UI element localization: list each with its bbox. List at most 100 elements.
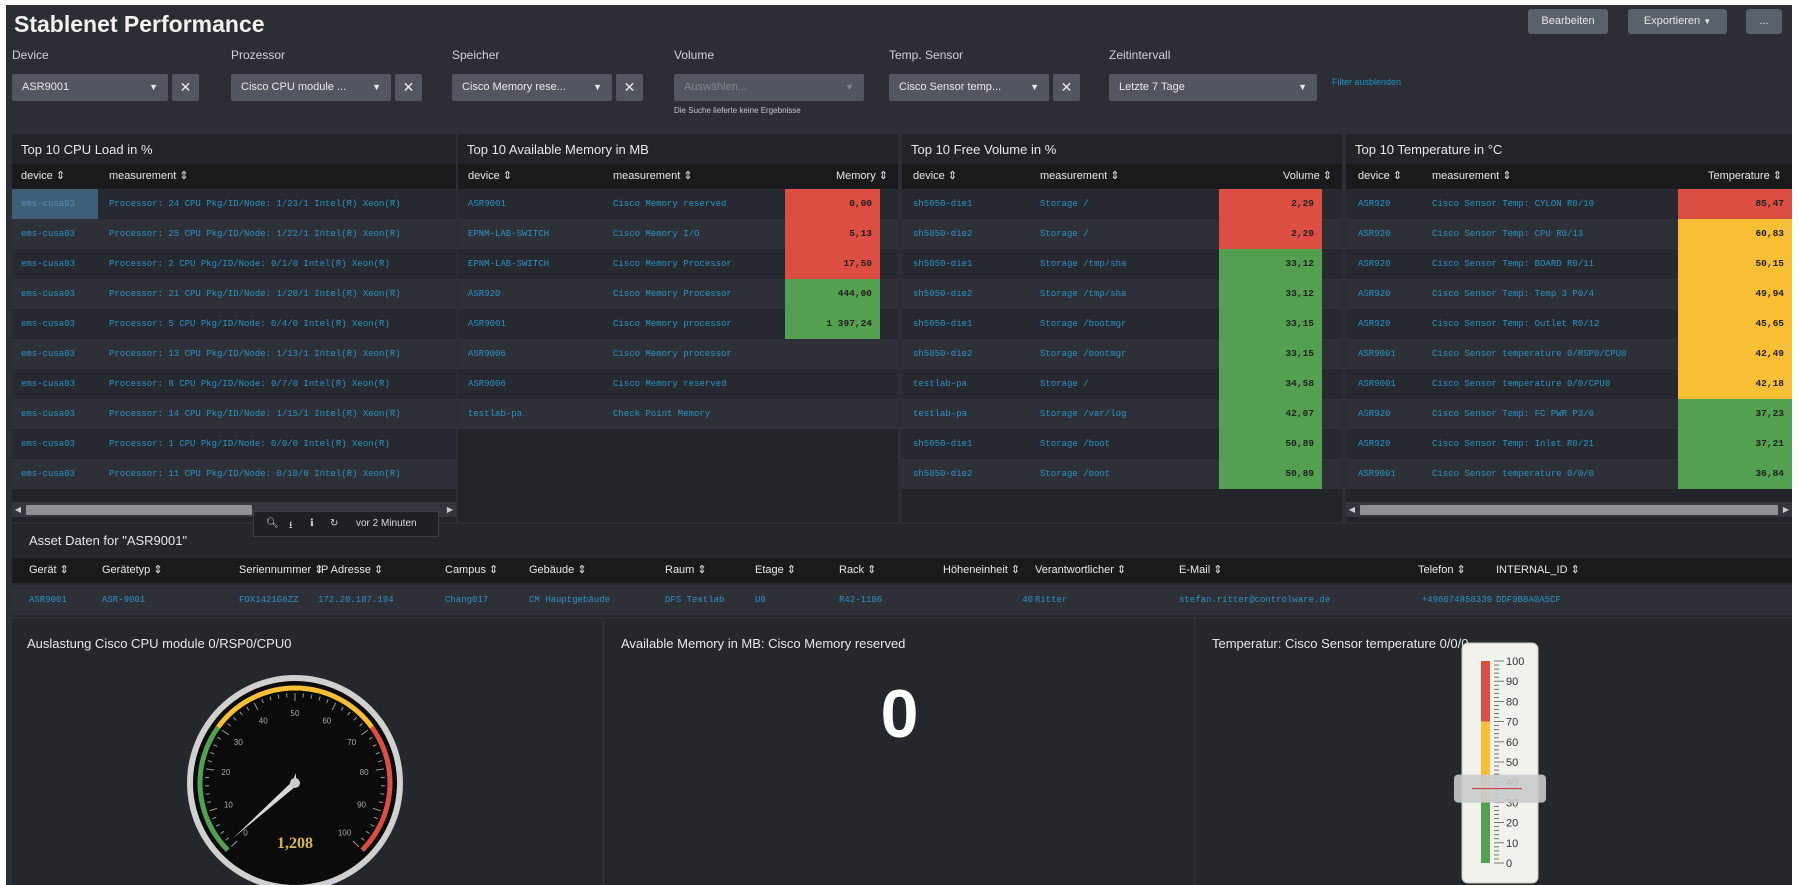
cell-device[interactable]: ASR9001 [468,189,609,219]
column-header-volume[interactable]: Volume ⇕ [1283,164,1332,189]
refresh-icon[interactable]: ↻ [330,518,338,529]
cell-device[interactable]: ems-cusa03 [21,459,101,489]
cell-measurement[interactable]: Cisco Memory Processor [613,279,781,309]
cell-device[interactable]: testlab-pa [468,399,609,429]
cell-device[interactable]: ASR920 [1358,279,1428,309]
cell-device[interactable]: ems-cusa03 [21,279,101,309]
memory-select[interactable]: Cisco Memory rese... ▼ [452,74,612,101]
column-header[interactable]: Gebäude ⇕ [529,558,587,583]
cell-measurement[interactable]: Storage /tmp/sha [1040,279,1215,309]
cell-measurement[interactable]: Cisco Sensor Temp: FC PWR P3/0 [1432,399,1674,429]
cell-device[interactable]: sh5050-die2 [913,339,1036,369]
cell-device[interactable]: ASR9001 [468,309,609,339]
cell-measurement[interactable]: Cisco Memory processor [613,309,781,339]
column-header[interactable]: Gerätetyp ⇕ [102,558,163,583]
cell-measurement[interactable]: Cisco Sensor Temp: Outlet R0/12 [1432,309,1674,339]
cell-device[interactable]: ASR920 [1358,399,1428,429]
cell-device[interactable]: ems-cusa03 [21,399,101,429]
cell-device[interactable]: ASR9006 [468,339,609,369]
cell-measurement[interactable]: Storage / [1040,189,1215,219]
column-header[interactable]: INTERNAL_ID ⇕ [1496,558,1580,583]
cell-measurement[interactable]: Cisco Memory I/O [613,219,781,249]
column-header-device[interactable]: device ⇕ [913,164,957,189]
horizontal-scrollbar[interactable]: ◀ ▶ [1346,502,1792,517]
hide-filters-link[interactable]: Filter ausblenden [1332,77,1401,87]
column-header[interactable]: IP Adresse ⇕ [318,558,383,583]
cell-device[interactable]: ems-cusa03 [21,369,101,399]
cell-measurement[interactable]: Processor: 25 CPU Pkg/ID/Node: 1/22/1 In… [109,219,456,249]
cell-measurement[interactable]: Cisco Sensor Temp: BOARD R0/11 [1432,249,1674,279]
cell-device[interactable]: ems-cusa03 [21,309,101,339]
clear-icon[interactable]: ✕ [1053,74,1080,101]
column-header[interactable]: Etage ⇕ [755,558,796,583]
time-range-select[interactable]: Letzte 7 Tage ▼ [1109,74,1317,101]
cell-measurement[interactable]: Cisco Sensor temperature 0/0/0 [1432,459,1674,489]
cell-device[interactable]: sh5050-die2 [913,219,1036,249]
column-header-measurement[interactable]: measurement ⇕ [1040,164,1120,189]
clear-icon[interactable]: ✕ [616,74,643,101]
cell-device[interactable]: ASR9001 [1358,459,1428,489]
cell-device[interactable]: sh5050-die2 [913,279,1036,309]
cell-device[interactable]: ASR920 [1358,429,1428,459]
cell-device[interactable]: sh5050-die1 [913,249,1036,279]
column-header-memory[interactable]: Memory ⇕ [836,164,888,189]
scroll-right-icon[interactable]: ▶ [1780,502,1792,517]
cell-measurement[interactable]: Storage / [1040,369,1215,399]
column-header-temperature[interactable]: Temperature ⇕ [1708,164,1782,189]
cell-device[interactable]: sh5050-die1 [913,309,1036,339]
cell-device[interactable]: ems-cusa03 [21,339,101,369]
cell-measurement[interactable]: Processor: 2 CPU Pkg/ID/Node: 0/1/0 Inte… [109,249,456,279]
cell-10[interactable]: Ritter [1035,585,1175,615]
scroll-thumb[interactable] [26,505,252,515]
cell-device[interactable]: testlab-pa [913,369,1036,399]
column-header-device[interactable]: device ⇕ [1358,164,1402,189]
column-header[interactable]: Raum ⇕ [665,558,707,583]
cell-device[interactable]: ems-cusa03 [21,429,101,459]
temp-sensor-select[interactable]: Cisco Sensor temp... ▼ [889,74,1049,101]
cell-measurement[interactable]: Cisco Sensor Temp: CYLON R0/10 [1432,189,1674,219]
cell-13[interactable]: DDF9B8A0A5CF [1496,585,1596,615]
cell-measurement[interactable]: Check Point Memory [613,399,781,429]
cell-measurement[interactable]: Cisco Sensor temperature 0/RSP0/CPU0 [1432,339,1674,369]
cell-measurement[interactable]: Cisco Memory reserved [613,369,781,399]
cell-device[interactable]: sh5050-die2 [913,459,1036,489]
cell-measurement[interactable]: Cisco Sensor Temp: CPU R0/13 [1432,219,1674,249]
cell-5[interactable]: CM Hauptgebäude [529,585,659,615]
cell-device[interactable]: ASR920 [468,279,609,309]
cell-measurement[interactable]: Processor: 5 CPU Pkg/ID/Node: 0/4/0 Inte… [109,309,456,339]
edit-button[interactable]: Bearbeiten [1528,9,1608,34]
cell-device[interactable]: ASR9001 [1358,339,1428,369]
export-icon[interactable]: ⭳ [289,518,293,535]
cell-6[interactable]: DFS Testlab [665,585,751,615]
cell-device[interactable]: sh5050-die1 [913,429,1036,459]
cell-device[interactable]: sh5050-die1 [913,189,1036,219]
column-header[interactable]: E-Mail ⇕ [1179,558,1222,583]
cell-device[interactable]: ASR920 [1358,189,1428,219]
cell-3[interactable]: 172.20.187.194 [318,585,440,615]
info-icon[interactable]: ℹ [310,518,314,529]
cell-measurement[interactable]: Storage /bootmgr [1040,309,1215,339]
processor-select[interactable]: Cisco CPU module ... ▼ [231,74,391,101]
cell-device[interactable]: ASR9001 [1358,369,1428,399]
column-header-device[interactable]: device ⇕ [468,164,512,189]
cell-measurement[interactable]: Storage /boot [1040,459,1215,489]
cell-device[interactable]: testlab-pa [913,399,1036,429]
cell-measurement[interactable]: Storage /boot [1040,429,1215,459]
cell-device[interactable]: ems-cusa03 [21,249,101,279]
cell-device[interactable]: ASR9006 [468,369,609,399]
column-header[interactable]: Gerät ⇕ [29,558,69,583]
cell-measurement[interactable]: Storage /tmp/sha [1040,249,1215,279]
column-header[interactable]: Höheneinheit ⇕ [943,558,1020,583]
cell-measurement[interactable]: Storage / [1040,219,1215,249]
column-header[interactable]: Verantwortlicher ⇕ [1035,558,1126,583]
cell-1[interactable]: ASR-9001 [102,585,232,615]
cell-4[interactable]: Chang017 [445,585,525,615]
cell-measurement[interactable]: Processor: 1 CPU Pkg/ID/Node: 0/0/0 Inte… [109,429,456,459]
clear-icon[interactable]: ✕ [172,74,199,101]
cell-12[interactable]: +496074858339 [1418,585,1492,615]
cell-measurement[interactable]: Cisco Sensor Temp: Inlet R0/21 [1432,429,1674,459]
scroll-left-icon[interactable]: ◀ [1346,502,1358,517]
clear-icon[interactable]: ✕ [395,74,422,101]
cell-measurement[interactable]: Cisco Sensor temperature 0/0/CPU0 [1432,369,1674,399]
cell-device[interactable]: EPNM-LAB-SWITCH [468,219,609,249]
